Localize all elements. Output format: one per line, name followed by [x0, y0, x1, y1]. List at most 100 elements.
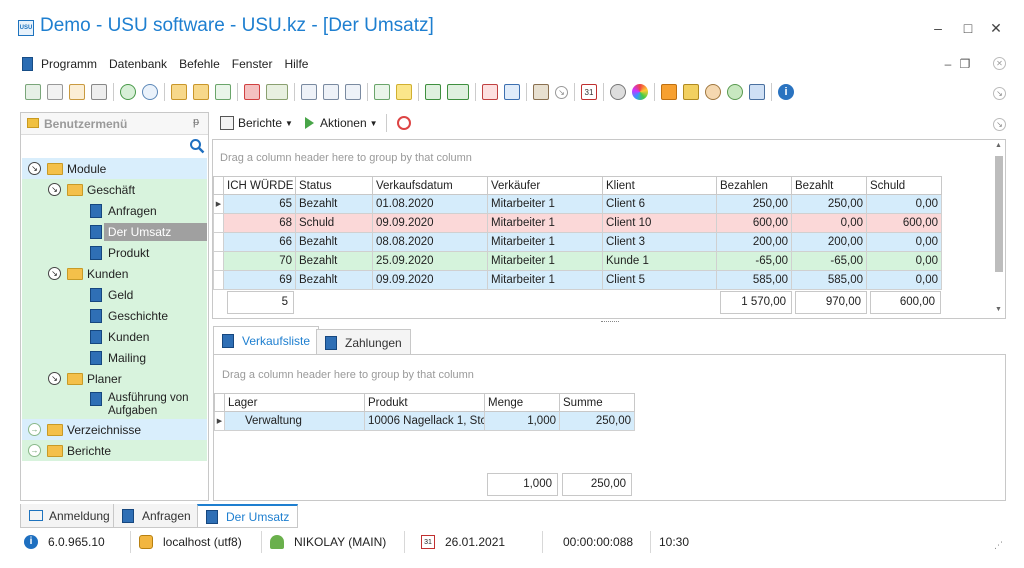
minimize-button[interactable]: – [928, 18, 948, 38]
column-header[interactable]: Produkt [364, 393, 485, 412]
export-excel-icon[interactable] [425, 84, 441, 100]
scrollbar-thumb[interactable] [995, 156, 1003, 272]
expand-all-icon[interactable] [323, 84, 339, 100]
image-dropdown-icon[interactable] [266, 84, 288, 100]
tree-item-geschaeft[interactable]: ↘ Geschäft [22, 179, 207, 200]
panel-arrow-circle-icon[interactable]: ↘ [993, 118, 1006, 131]
tree-item-der-umsatz[interactable]: Der Umsatz [22, 221, 207, 242]
tab-zahlungen[interactable]: Zahlungen [316, 329, 411, 355]
tab-verkaufsliste[interactable]: Verkaufsliste [213, 326, 320, 354]
resize-grip-icon[interactable]: ⋰ [994, 540, 1003, 551]
calendar-icon[interactable]: 31 [581, 84, 597, 100]
search-icon[interactable] [142, 84, 158, 100]
collapse-icon[interactable]: ↘ [48, 183, 61, 196]
lock-icon[interactable] [683, 84, 699, 100]
current-row-icon: ▶ [214, 411, 225, 431]
pen-icon[interactable] [749, 84, 765, 100]
info-icon[interactable]: i [778, 84, 794, 100]
column-header[interactable]: Bezahlt [791, 176, 867, 195]
column-header[interactable]: Schuld [866, 176, 942, 195]
note-icon[interactable] [396, 84, 412, 100]
window-tab-anfragen[interactable]: Anfragen [113, 504, 200, 528]
collapse-icon[interactable]: ↘ [48, 267, 61, 280]
rss-icon[interactable] [661, 84, 677, 100]
refresh-icon[interactable] [120, 84, 136, 100]
mdi-restore-button[interactable]: ❐ [957, 57, 973, 71]
menu-datenbank[interactable]: Datenbank [103, 57, 173, 71]
tree-item-produkt[interactable]: Produkt [22, 242, 207, 263]
table-row[interactable]: 70 Bezahlt 25.09.2020 Mitarbeiter 1 Kund… [213, 251, 942, 271]
collapse-icon[interactable]: ↘ [28, 162, 41, 175]
edit-icon[interactable] [69, 84, 85, 100]
add-column-icon[interactable] [374, 84, 390, 100]
filter-settings-icon[interactable] [193, 84, 209, 100]
tree-item-ausfuehrung[interactable]: Ausführung von Aufgaben [22, 389, 207, 419]
menu-programm[interactable]: Programm [35, 57, 103, 71]
tree-item-planer[interactable]: ↘ Planer [22, 368, 207, 389]
vertical-scrollbar[interactable]: ▲ ▼ [992, 142, 1006, 316]
import-icon[interactable] [447, 84, 469, 100]
expand-icon[interactable]: → [28, 444, 41, 457]
window-tab-anmeldung[interactable]: Anmeldung [20, 504, 119, 528]
copy-icon[interactable] [47, 84, 63, 100]
expand-icon[interactable]: → [28, 423, 41, 436]
table-row[interactable]: 66 Bezahlt 08.08.2020 Mitarbeiter 1 Clie… [213, 232, 942, 252]
column-header[interactable]: Status [295, 176, 373, 195]
menu-befehle[interactable]: Befehle [173, 57, 226, 71]
tree-item-mailing[interactable]: Mailing [22, 347, 207, 368]
window-icon[interactable] [504, 84, 520, 100]
splitter-handle[interactable] [601, 321, 619, 323]
tree-item-anfragen[interactable]: Anfragen [22, 200, 207, 221]
mdi-minimize-button[interactable]: – [940, 57, 956, 71]
column-header[interactable]: Klient [602, 176, 717, 195]
actions-dropdown-button[interactable]: Aktionen ▼ [301, 116, 382, 130]
maximize-button[interactable]: □ [958, 18, 978, 38]
search-icon[interactable] [189, 138, 205, 154]
exit-icon[interactable] [533, 84, 549, 100]
delete-icon[interactable] [91, 84, 107, 100]
menu-fenster[interactable]: Fenster [226, 57, 279, 71]
column-header[interactable]: Bezahlen [716, 176, 792, 195]
color-wheel-icon[interactable] [632, 84, 648, 100]
column-header[interactable]: ICH WÜRDE [223, 176, 296, 195]
filter-icon[interactable] [171, 84, 187, 100]
users-icon[interactable] [727, 84, 743, 100]
column-header[interactable]: Menge [484, 393, 560, 412]
window-tab-der-umsatz[interactable]: Der Umsatz [197, 504, 299, 528]
tree-item-berichte[interactable]: → Berichte [22, 440, 207, 461]
tree-item-geschichte[interactable]: Geschichte [22, 305, 207, 326]
current-row-icon: ▶ [213, 194, 224, 214]
tree-item-geld[interactable]: Geld [22, 284, 207, 305]
table-row[interactable]: 68 Schuld 09.09.2020 Mitarbeiter 1 Clien… [213, 213, 942, 233]
collapse-all-icon[interactable] [345, 84, 361, 100]
filter-clear-icon[interactable] [215, 84, 231, 100]
table-row[interactable]: ▶ 65 Bezahlt 01.08.2020 Mitarbeiter 1 Cl… [213, 194, 942, 214]
close-button[interactable]: ✕ [986, 18, 1006, 38]
menu-hilfe[interactable]: Hilfe [278, 57, 314, 71]
columns-icon[interactable] [301, 84, 317, 100]
collapse-icon[interactable]: ↘ [48, 372, 61, 385]
toolbar-arrow-circle-icon[interactable]: ↘ [993, 87, 1006, 100]
new-record-icon[interactable] [25, 84, 41, 100]
tree-item-verzeichnisse[interactable]: → Verzeichnisse [22, 419, 207, 440]
user-icon[interactable] [705, 84, 721, 100]
table-row[interactable]: ▶ Verwaltung 10006 Nagellack 1, Stck 1,0… [214, 411, 635, 431]
scroll-up-icon[interactable]: ▲ [995, 142, 1002, 149]
new-window-icon[interactable] [482, 84, 498, 100]
reports-dropdown-button[interactable]: Berichte ▼ [216, 116, 297, 130]
tree-item-module[interactable]: ↘ Module [22, 158, 207, 179]
table-row[interactable]: 69 Bezahlt 09.09.2020 Mitarbeiter 1 Clie… [213, 270, 942, 290]
tree-item-kunden-folder[interactable]: ↘ Kunden [22, 263, 207, 284]
arrow-circle-icon[interactable]: ↘ [555, 85, 568, 99]
refresh-icon[interactable] [396, 116, 411, 130]
mdi-close-button[interactable]: ✕ [993, 57, 1006, 70]
flag-icon[interactable] [244, 84, 260, 100]
column-header[interactable]: Verkaufsdatum [372, 176, 488, 195]
pin-icon[interactable]: ᵽ [193, 116, 199, 128]
gear-icon[interactable] [610, 84, 626, 100]
column-header[interactable]: Verkäufer [487, 176, 603, 195]
tree-item-kunden[interactable]: Kunden [22, 326, 207, 347]
scroll-down-icon[interactable]: ▼ [995, 306, 1002, 313]
column-header[interactable]: Lager [224, 393, 365, 412]
column-header[interactable]: Summe [559, 393, 635, 412]
